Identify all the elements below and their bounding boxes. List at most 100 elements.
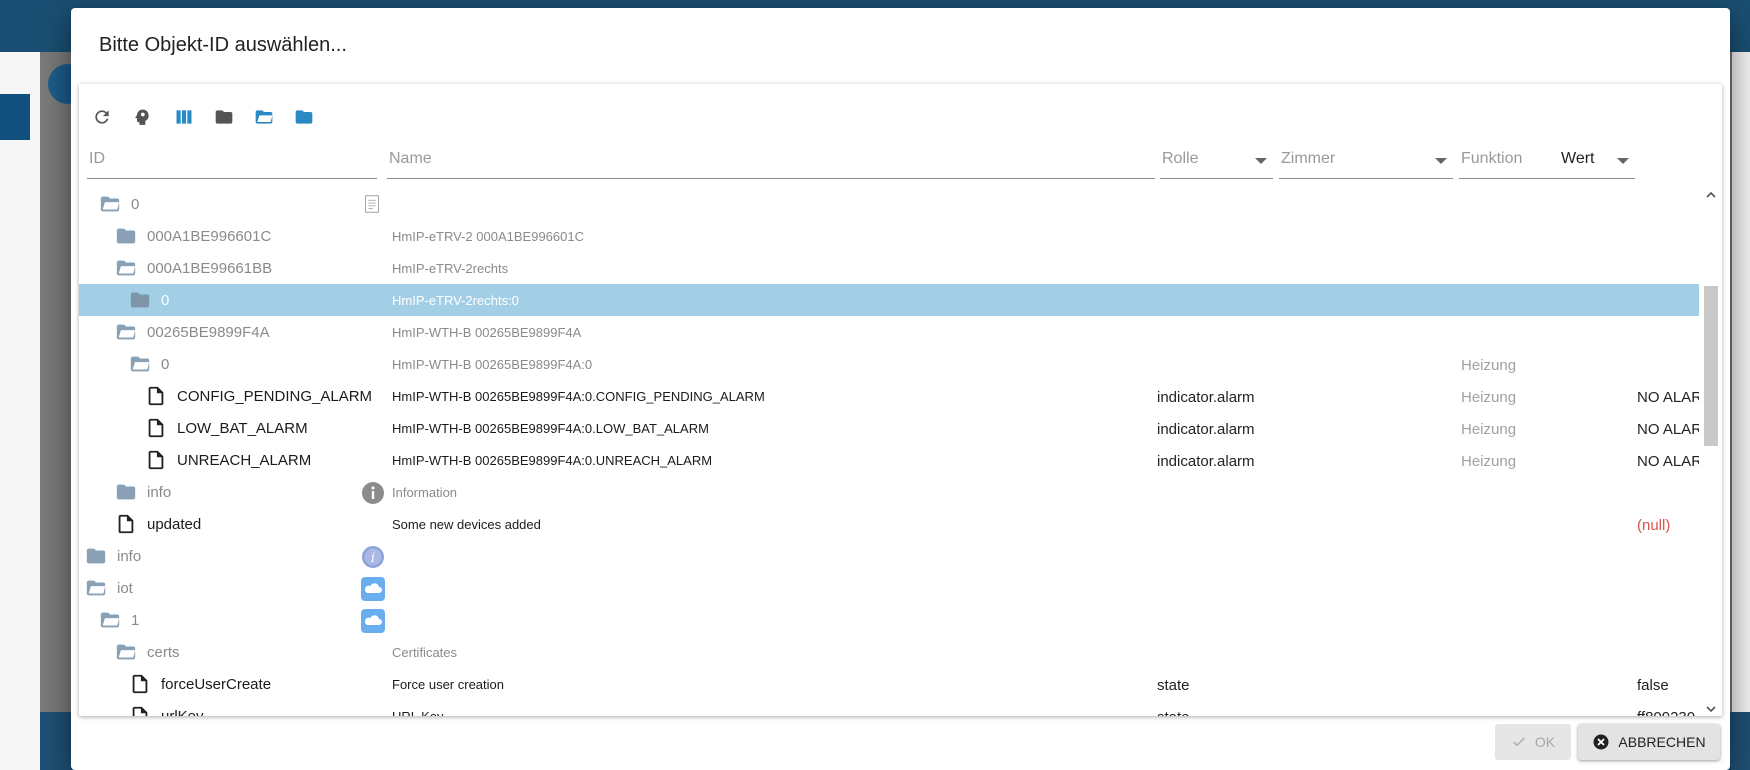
- tree-row-id: CONFIG_PENDING_ALARM: [177, 388, 373, 405]
- tree-row-value[interactable]: ff809230-5137-11: [1637, 709, 1699, 716]
- tree-row[interactable]: 0 HmIP-eTRV-2rechts:0: [79, 284, 1699, 316]
- tree-row-id: iot: [117, 580, 133, 597]
- filter-function-label: Funktion: [1461, 150, 1523, 167]
- tree-row[interactable]: 00265BE9899F4A HmIP-WTH-B 00265BE9899F4A: [79, 316, 1699, 348]
- background-right-strip: [1732, 52, 1750, 712]
- folder-closed-icon[interactable]: [85, 545, 107, 567]
- close-icon: [1593, 734, 1609, 750]
- tree-row-value[interactable]: (null): [1637, 517, 1670, 534]
- tree-row[interactable]: 000A1BE996601C HmIP-eTRV-2 000A1BE996601C: [79, 220, 1699, 252]
- tree-row-function: Heizung: [1461, 453, 1517, 470]
- folder-icon[interactable]: [291, 104, 317, 130]
- scrollbar[interactable]: [1702, 188, 1720, 716]
- tree-row-id: 00265BE9899F4A: [147, 324, 270, 341]
- filter-role-label: Rolle: [1162, 150, 1199, 167]
- tree-row[interactable]: 0: [79, 188, 1699, 220]
- folder-open-icon[interactable]: [115, 321, 137, 343]
- tree-row-id: info: [117, 548, 142, 565]
- tree-row-name: HmIP-eTRV-2rechts: [392, 261, 509, 276]
- tree-row-name: Some new devices added: [392, 517, 541, 532]
- tree-row[interactable]: info i: [79, 540, 1699, 572]
- tree-row-name: HmIP-eTRV-2rechts:0: [392, 293, 519, 308]
- chevron-down-icon: [1255, 158, 1267, 164]
- cloud-icon: [361, 609, 385, 633]
- file-icon[interactable]: [145, 449, 167, 471]
- tree-row-name: Force user creation: [392, 677, 504, 692]
- tree-row[interactable]: certs Certificates: [79, 636, 1699, 668]
- file-icon[interactable]: [145, 385, 167, 407]
- tree-row-role: state: [1157, 709, 1190, 716]
- tree-row-id: 1: [131, 612, 140, 629]
- select-id-dialog: Bitte Objekt-ID auswählen... ID Name Rol…: [71, 8, 1730, 770]
- folder-open-icon[interactable]: [115, 257, 137, 279]
- tree-row-value[interactable]: NO ALARM(0): [1637, 389, 1699, 406]
- file-icon[interactable]: [129, 673, 151, 695]
- scroll-up-icon[interactable]: [1706, 190, 1716, 200]
- expert-mode-icon[interactable]: [129, 104, 155, 130]
- tree-row-value[interactable]: NO ALARM(0): [1637, 453, 1699, 470]
- tree-row-name: HmIP-WTH-B 00265BE9899F4A:0.LOW_BAT_ALAR…: [392, 421, 709, 436]
- tree-row-value[interactable]: NO ALARM(0): [1637, 421, 1699, 438]
- filter-room-label: Zimmer: [1281, 150, 1336, 167]
- filter-name-label: Name: [389, 150, 432, 167]
- tree-row[interactable]: 000A1BE99661BB HmIP-eTRV-2rechts: [79, 252, 1699, 284]
- tree-row[interactable]: UNREACH_ALARM HmIP-WTH-B 00265BE9899F4A:0…: [79, 444, 1699, 476]
- folder-closed-icon[interactable]: [115, 225, 137, 247]
- file-icon[interactable]: [115, 513, 137, 535]
- dialog-title: Bitte Objekt-ID auswählen...: [99, 34, 347, 56]
- tree-row-name: HmIP-WTH-B 00265BE9899F4A:0.CONFIG_PENDI…: [392, 389, 765, 404]
- check-icon: [1512, 737, 1525, 747]
- tree-row-value[interactable]: false: [1637, 677, 1669, 694]
- tree-row[interactable]: urlKey URL Key state ff809230-5137-11: [79, 700, 1699, 716]
- collapse-folders-icon[interactable]: [211, 104, 237, 130]
- filter-function[interactable]: Funktion: [1459, 140, 1635, 186]
- scrollbar-thumb[interactable]: [1704, 286, 1718, 446]
- cloud-icon: [361, 577, 385, 601]
- tree-row-name: Certificates: [392, 645, 458, 660]
- file-icon[interactable]: [145, 417, 167, 439]
- tree-row[interactable]: forceUserCreate Force user creation state f…: [79, 668, 1699, 700]
- svg-text:i: i: [371, 551, 375, 566]
- folder-open-icon[interactable]: [115, 641, 137, 663]
- filter-id[interactable]: ID: [87, 140, 377, 186]
- expand-folders-icon[interactable]: [251, 104, 277, 130]
- tree-row-name: Information: [392, 485, 458, 500]
- tree-row[interactable]: iot: [79, 572, 1699, 604]
- tree-row[interactable]: 0 HmIP-WTH-B 00265BE9899F4A:0 Heizung: [79, 348, 1699, 380]
- filter-room[interactable]: Zimmer: [1279, 140, 1453, 186]
- tree-row-function: Heizung: [1461, 357, 1517, 374]
- tree-row-id: certs: [147, 644, 180, 661]
- background-sidebar-active: [0, 94, 30, 140]
- info-round-icon: i: [361, 545, 385, 569]
- folder-closed-icon[interactable]: [129, 289, 151, 311]
- tree-row-name: HmIP-WTH-B 00265BE9899F4A:0: [392, 357, 593, 372]
- file-icon[interactable]: [129, 705, 151, 716]
- scroll-down-icon[interactable]: [1706, 704, 1716, 714]
- tree-row-id: 0: [131, 196, 140, 213]
- ok-button[interactable]: OK: [1495, 724, 1571, 760]
- ok-button-label: OK: [1534, 734, 1556, 750]
- folder-open-icon[interactable]: [99, 609, 121, 631]
- tree-row[interactable]: CONFIG_PENDING_ALARM HmIP-WTH-B 00265BE98…: [79, 380, 1699, 412]
- columns-icon[interactable]: [171, 104, 197, 130]
- tree-row[interactable]: 1: [79, 604, 1699, 636]
- cancel-button[interactable]: ABBRECHEN: [1578, 724, 1720, 760]
- tree-row[interactable]: updated Some new devices added (null): [79, 508, 1699, 540]
- tree-row[interactable]: LOW_BAT_ALARM HmIP-WTH-B 00265BE9899F4A:0…: [79, 412, 1699, 444]
- tree-row-role: indicator.alarm: [1157, 453, 1255, 470]
- filter-name[interactable]: Name: [387, 140, 1155, 186]
- filter-role[interactable]: Rolle: [1160, 140, 1273, 186]
- chevron-down-icon: [1617, 158, 1629, 164]
- tree-row-id: 000A1BE99661BB: [147, 260, 273, 277]
- tree-row-role: indicator.alarm: [1157, 421, 1255, 438]
- filter-id-label: ID: [89, 150, 105, 167]
- folder-open-icon[interactable]: [99, 193, 121, 215]
- tree-row-id: urlKey: [161, 708, 204, 716]
- tree-row-id: 000A1BE996601C: [147, 228, 272, 245]
- folder-closed-icon[interactable]: [115, 481, 137, 503]
- tree-row[interactable]: info Information: [79, 476, 1699, 508]
- folder-open-icon[interactable]: [85, 577, 107, 599]
- folder-open-icon[interactable]: [129, 353, 151, 375]
- refresh-icon[interactable]: [89, 104, 115, 130]
- object-tree: 0 000A1BE996601C HmIP-eTRV-2 000A1BE996601…: [79, 188, 1699, 716]
